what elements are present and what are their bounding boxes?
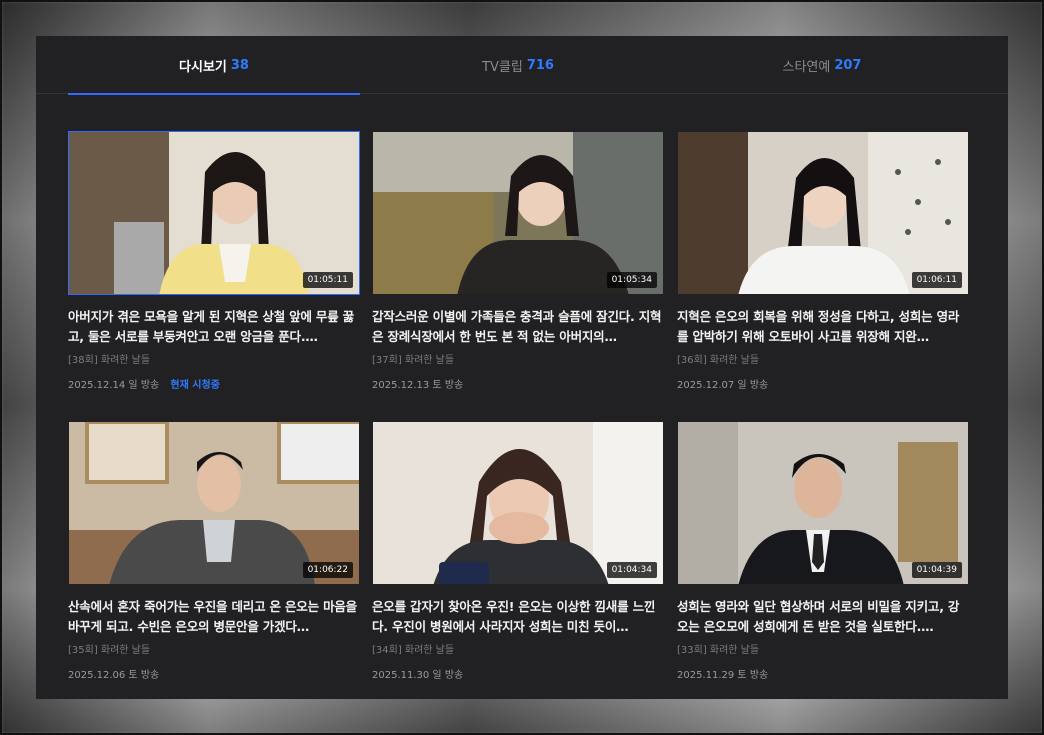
episode-meta: 2025.11.29 토 방송: [677, 666, 969, 681]
thumbnail-image: [69, 132, 359, 294]
tab-replay[interactable]: 다시보기 38: [68, 36, 360, 95]
thumbnail-image: [373, 132, 663, 294]
tab-count: 716: [526, 57, 554, 73]
episode-card[interactable]: 01:06:22 산속에서 혼자 죽어가는 우진을 데리고 온 은오는 마음을 …: [68, 421, 360, 681]
episode-program: [36회] 화려한 날들: [677, 355, 760, 366]
tab-label: 다시보기: [179, 59, 227, 75]
episode-meta: 2025.12.06 토 방송: [68, 666, 360, 681]
duration-badge: 01:05:11: [302, 272, 353, 288]
duration-badge: 01:04:34: [606, 562, 657, 578]
episode-thumbnail[interactable]: 01:05:11: [68, 131, 360, 295]
episode-program: [37회] 화려한 날들: [372, 355, 455, 366]
episode-meta: 2025.12.14 일 방송 현재 시청중: [68, 376, 360, 391]
episode-card[interactable]: 01:04:39 성희는 영라와 일단 협상하며 서로의 비밀을 지키고, 강오…: [677, 421, 969, 681]
episode-program: [35회] 화려한 날들: [68, 645, 151, 656]
episode-thumbnail[interactable]: 01:04:34: [372, 421, 664, 585]
episode-title[interactable]: 성희는 영라와 일단 협상하며 서로의 비밀을 지키고, 강오는 은오모에 성희…: [677, 597, 969, 637]
tab-count: 207: [834, 57, 862, 73]
episode-card[interactable]: 01:06:11 지혁은 은오의 회복을 위해 정성을 다하고, 성희는 영라를…: [677, 131, 969, 391]
episode-card[interactable]: 01:05:11 아버지가 겪은 모욕을 알게 된 지혁은 상철 앞에 무릎 꿇…: [68, 131, 360, 391]
episode-title[interactable]: 산속에서 혼자 죽어가는 우진을 데리고 온 은오는 마음을 바꾸게 되고. 수…: [68, 597, 360, 637]
active-tab-indicator: [68, 93, 360, 95]
episode-meta: 2025.12.13 토 방송: [372, 376, 664, 391]
duration-badge: 01:06:11: [911, 272, 962, 288]
episode-thumbnail[interactable]: 01:05:34: [372, 131, 664, 295]
episode-thumbnail[interactable]: 01:06:22: [68, 421, 360, 585]
broadcast-date: 2025.12.13 토 방송: [372, 380, 464, 391]
broadcast-date: 2025.11.30 일 방송: [372, 670, 464, 681]
episode-title[interactable]: 은오를 갑자기 찾아온 우진! 은오는 이상한 낌새를 느낀다. 우진이 병원에…: [372, 597, 664, 637]
tab-star-entertainment[interactable]: 스타연예 207: [676, 36, 968, 94]
episode-title[interactable]: 지혁은 은오의 회복을 위해 정성을 다하고, 성희는 영라를 압박하기 위해 …: [677, 307, 969, 347]
broadcast-date: 2025.12.07 일 방송: [677, 380, 769, 391]
episode-program: [38회] 화려한 날들: [68, 355, 151, 366]
now-watching-label: 현재 시청중: [170, 380, 220, 391]
tab-count: 38: [230, 57, 249, 73]
thumbnail-image: [69, 422, 359, 584]
broadcast-date: 2025.11.29 토 방송: [677, 670, 769, 681]
episode-title[interactable]: 갑작스러운 이별에 가족들은 충격과 슬픔에 잠긴다. 지혁은 장례식장에서 한…: [372, 307, 664, 347]
episode-card[interactable]: 01:04:34 은오를 갑자기 찾아온 우진! 은오는 이상한 낌새를 느낀다…: [372, 421, 664, 681]
thumbnail-image: [678, 422, 968, 584]
tab-label: 스타연예: [782, 59, 831, 75]
tab-tv-clip[interactable]: TV클립 716: [372, 36, 664, 94]
episode-program: [34회] 화려한 날들: [372, 645, 455, 656]
thumbnail-image: [678, 132, 968, 294]
episode-program: [33회] 화려한 날들: [677, 645, 760, 656]
vod-panel: 다시보기 38 TV클립 716 스타연예 207 01:05:11 아버지가 …: [36, 36, 1008, 699]
episode-meta: 2025.11.30 일 방송: [372, 666, 664, 681]
tab-label: TV클립: [482, 59, 523, 75]
broadcast-date: 2025.12.06 토 방송: [68, 670, 160, 681]
duration-badge: 01:04:39: [911, 562, 962, 578]
thumbnail-image: [373, 422, 663, 584]
episode-thumbnail[interactable]: 01:04:39: [677, 421, 969, 585]
episode-card[interactable]: 01:05:34 갑작스러운 이별에 가족들은 충격과 슬픔에 잠긴다. 지혁은…: [372, 131, 664, 391]
duration-badge: 01:05:34: [606, 272, 657, 288]
episode-title[interactable]: 아버지가 겪은 모욕을 알게 된 지혁은 상철 앞에 무릎 꿇고, 둘은 서로를…: [68, 307, 360, 347]
duration-badge: 01:06:22: [302, 562, 353, 578]
episode-thumbnail[interactable]: 01:06:11: [677, 131, 969, 295]
episode-meta: 2025.12.07 일 방송: [677, 376, 969, 391]
tab-bar: 다시보기 38 TV클립 716 스타연예 207: [36, 36, 1008, 95]
broadcast-date: 2025.12.14 일 방송: [68, 380, 160, 391]
